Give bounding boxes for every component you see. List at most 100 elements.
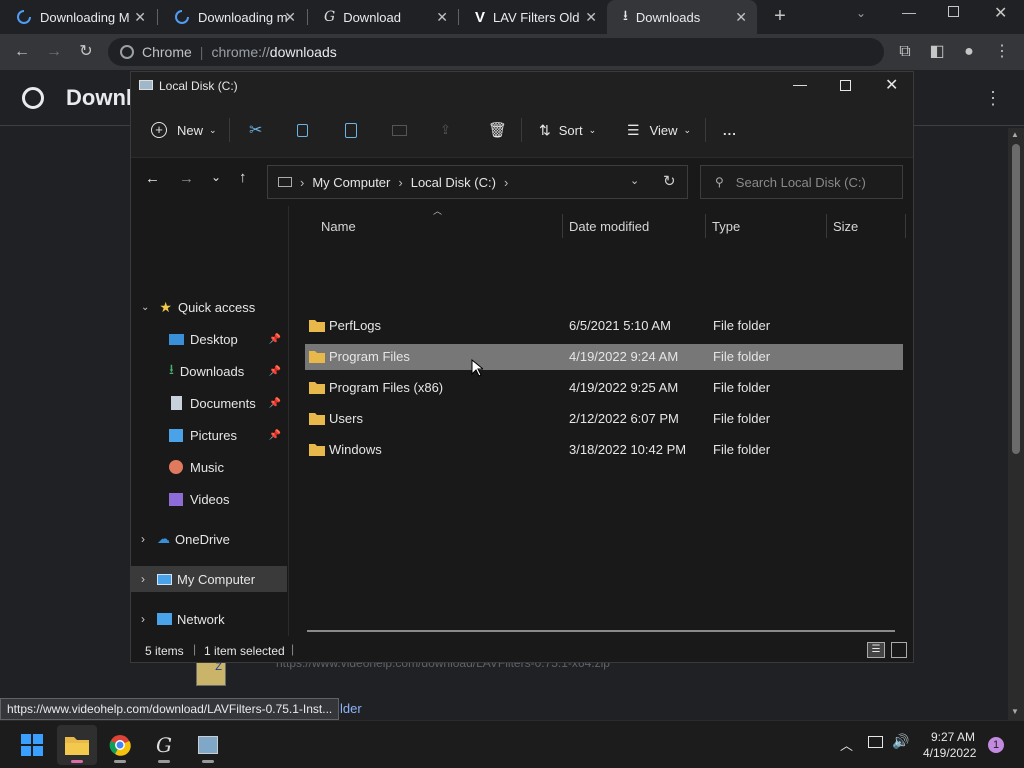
share-icon[interactable]: ⇪ (440, 118, 451, 142)
nav-music[interactable]: Music (131, 454, 287, 480)
refresh-icon[interactable]: ↻ (663, 172, 676, 190)
new-button[interactable]: + New ⌄ (151, 118, 217, 142)
nav-quick-access[interactable]: ⌄ ★ Quick access (131, 294, 287, 320)
tab-download[interactable]: G Download ✕ (308, 0, 458, 34)
tab-downloading-2[interactable]: Downloading m ✕ (158, 0, 306, 34)
close-icon[interactable]: ✕ (735, 9, 747, 26)
nav-videos[interactable]: Videos (131, 486, 287, 512)
taskbar-file-explorer[interactable] (57, 725, 97, 765)
up-icon[interactable]: ↑ (239, 169, 247, 186)
back-icon[interactable]: ← (11, 41, 33, 63)
restore-button[interactable] (948, 6, 959, 17)
scroll-up-arrow[interactable]: ▲ (1011, 130, 1019, 139)
tiles-view-icon[interactable] (891, 642, 907, 658)
mouse-cursor-icon (471, 359, 483, 377)
forward-icon[interactable]: → (179, 170, 194, 187)
forward-icon[interactable]: → (43, 41, 65, 63)
column-header-type[interactable]: Type (706, 214, 826, 238)
clock-date[interactable]: 4/19/2022 (923, 746, 976, 760)
tab-downloading-1[interactable]: Downloading M ✕ (0, 0, 156, 34)
side-panel-icon[interactable]: ◧ (926, 41, 948, 63)
table-row[interactable]: Program Files 4/19/2022 9:24 AM File fol… (305, 344, 903, 370)
taskbar-installer[interactable] (188, 725, 228, 765)
folder-icon (309, 320, 325, 332)
breadcrumb-local-disk[interactable]: Local Disk (C:) (411, 175, 496, 190)
details-view-icon[interactable]: ☰ (867, 642, 885, 658)
back-icon[interactable]: ← (145, 170, 160, 187)
tab-downloads[interactable]: ⭳ Downloads ✕ (607, 0, 757, 34)
column-header-name[interactable]: Name (315, 214, 563, 238)
url-path: downloads (269, 44, 337, 60)
status-divider: | (291, 642, 295, 656)
status-bar: 5 items | 1 item selected | ☰ (131, 638, 913, 662)
start-button[interactable] (12, 725, 52, 765)
close-icon[interactable]: ✕ (284, 9, 296, 26)
scroll-down-arrow[interactable]: ▼ (1011, 707, 1019, 716)
volume-icon[interactable]: 🔊 (892, 733, 909, 750)
view-label: View (649, 122, 678, 138)
close-icon[interactable]: ✕ (436, 9, 448, 26)
address-dropdown-icon[interactable]: ⌄ (630, 174, 639, 187)
file-type: File folder (713, 349, 771, 364)
nav-pictures[interactable]: Pictures 📌 (131, 422, 287, 448)
scroll-thumb[interactable] (1012, 144, 1020, 454)
more-button[interactable]: ... (723, 118, 737, 142)
close-window-button[interactable]: ✕ (994, 3, 1007, 23)
new-tab-button[interactable]: + (768, 4, 792, 28)
search-input[interactable]: ⚲ Search Local Disk (C:) (700, 165, 903, 199)
view-button[interactable]: ☰ View ⌄ (627, 118, 691, 142)
paste-icon[interactable] (345, 118, 357, 142)
extensions-icon[interactable]: ⧉ (894, 41, 916, 63)
notification-badge[interactable]: 1 (988, 737, 1004, 753)
recent-chevron-icon[interactable]: ⌄ (211, 170, 221, 184)
show-in-folder-link[interactable]: lder (340, 701, 362, 716)
file-name: Program Files (x86) (329, 380, 444, 395)
address-bar[interactable]: Chrome | chrome:// downloads (108, 38, 884, 66)
nav-onedrive[interactable]: › ☁ OneDrive (131, 526, 287, 552)
nav-documents[interactable]: Documents 📌 (131, 390, 287, 416)
taskbar-lav-app[interactable]: G (144, 725, 184, 765)
table-row[interactable]: Users 2/12/2022 6:07 PM File folder (305, 406, 903, 432)
item-count: 5 items (145, 644, 184, 658)
minimize-button[interactable]: — (902, 4, 916, 20)
menu-icon[interactable]: ⋮ (991, 41, 1013, 63)
nav-network[interactable]: › Network (131, 606, 287, 632)
horizontal-scrollbar[interactable] (307, 630, 895, 632)
copy-icon[interactable] (297, 118, 308, 142)
path-bar[interactable]: › My Computer › Local Disk (C:) › ⌄ ↻ (267, 165, 688, 199)
page-scrollbar[interactable]: ▲ ▼ (1008, 128, 1024, 720)
close-button[interactable]: ✕ (885, 75, 898, 95)
tab-search-icon[interactable]: ⌄ (856, 6, 866, 20)
nav-downloads[interactable]: ⭳ Downloads 📌 (131, 358, 287, 384)
clock-time[interactable]: 9:27 AM (931, 730, 975, 744)
explorer-title-bar[interactable]: Local Disk (C:) — ✕ (131, 72, 913, 102)
delete-icon[interactable]: 🗑 (488, 118, 507, 142)
close-icon[interactable]: ✕ (134, 9, 146, 26)
page-menu-icon[interactable]: ⋮ (984, 88, 1002, 109)
rename-icon[interactable] (392, 118, 407, 142)
minimize-button[interactable]: — (793, 76, 807, 92)
close-icon[interactable]: ✕ (585, 9, 597, 26)
desktop-icon (169, 333, 184, 345)
maximize-button[interactable] (840, 80, 851, 91)
chevron-right-icon: › (141, 612, 145, 626)
nav-desktop[interactable]: Desktop 📌 (131, 326, 287, 352)
network-status-icon[interactable] (868, 736, 883, 748)
chevron-right-icon: › (141, 532, 145, 546)
table-row[interactable]: Program Files (x86) 4/19/2022 9:25 AM Fi… (305, 375, 903, 401)
table-row[interactable]: Windows 3/18/2022 10:42 PM File folder (305, 437, 903, 463)
nav-my-computer[interactable]: › My Computer (131, 566, 287, 592)
chevron-up-icon[interactable]: ︿ (840, 735, 853, 754)
nav-label: Quick access (177, 299, 256, 315)
column-header-date[interactable]: Date modified (563, 214, 705, 238)
breadcrumb-my-computer[interactable]: My Computer (312, 175, 390, 190)
file-explorer-window: Local Disk (C:) — ✕ + New ⌄ ✂ ⇪ 🗑 ⇅ Sort… (130, 71, 914, 663)
cut-icon[interactable]: ✂ (249, 118, 262, 142)
taskbar-chrome[interactable] (100, 725, 140, 765)
column-header-size[interactable]: Size (827, 214, 905, 238)
sort-button[interactable]: ⇅ Sort ⌄ (539, 118, 596, 142)
tab-lav-filters[interactable]: V LAV Filters Old I ✕ (459, 0, 607, 34)
table-row[interactable]: PerfLogs 6/5/2021 5:10 AM File folder (305, 313, 903, 339)
profile-icon[interactable]: ● (958, 41, 980, 63)
reload-icon[interactable]: ↻ (75, 41, 97, 63)
